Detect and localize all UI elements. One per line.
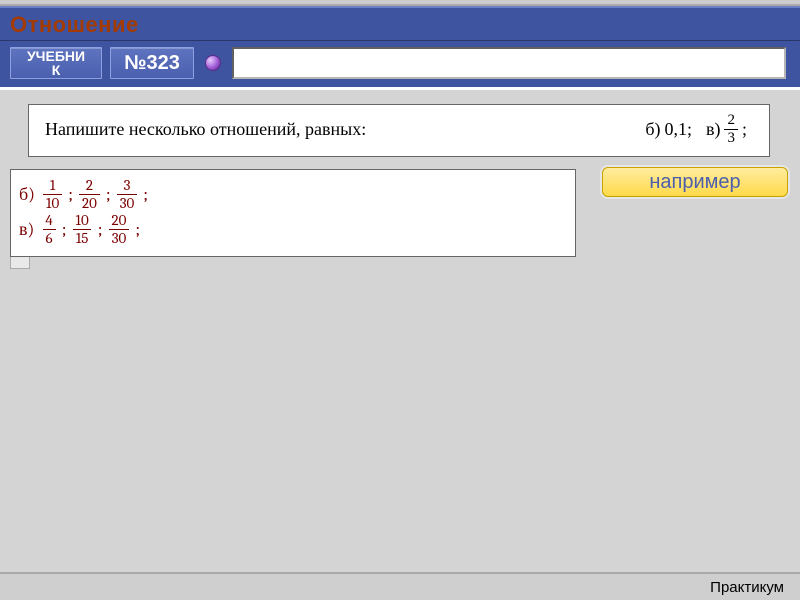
num: 1 xyxy=(47,178,58,194)
answer-box: б) 110 ; 220 ; 330 ; в) 46 ; 1015 ; 2030… xyxy=(10,169,576,257)
example-button[interactable]: например xyxy=(602,167,788,197)
toolbar: УЧЕБНИ К №323 xyxy=(0,41,800,90)
num: 10 xyxy=(73,213,92,229)
textbook-label-line2: К xyxy=(52,63,61,77)
title-bar: Отношение xyxy=(0,6,800,41)
den: 30 xyxy=(109,229,130,246)
fraction: 1015 xyxy=(73,213,92,246)
footer-bar: Практикум xyxy=(0,572,800,600)
sep: ; xyxy=(135,219,140,241)
fraction-den: 3 xyxy=(724,129,738,146)
part-b-label: б) xyxy=(645,119,660,140)
answer-row-b: б) 110 ; 220 ; 330 ; xyxy=(19,178,565,211)
fraction-num: 2 xyxy=(724,113,738,129)
textbook-label-line1: УЧЕБНИ xyxy=(27,49,85,63)
task-number-label: №323 xyxy=(124,52,180,75)
problem-part-b: б) 0,1; xyxy=(645,119,692,140)
den: 20 xyxy=(79,194,100,211)
sep: ; xyxy=(143,184,148,206)
problem-statement: Напишите несколько отношений, равных: б)… xyxy=(28,104,770,157)
answer-v-label: в) xyxy=(19,219,34,241)
problem-text: Напишите несколько отношений, равных: xyxy=(45,119,645,140)
den: 10 xyxy=(43,194,62,211)
part-b-value: 0,1; xyxy=(664,119,692,140)
fraction: 2030 xyxy=(108,213,129,246)
num: 4 xyxy=(42,213,55,229)
fraction: 220 xyxy=(79,178,100,211)
den: 15 xyxy=(73,229,92,246)
problem-right-group: б) 0,1; в) 2 3 ; xyxy=(645,113,753,146)
den: 30 xyxy=(117,194,138,211)
answer-row-v: в) 46 ; 1015 ; 2030 ; xyxy=(19,213,565,246)
part-v-label: в) xyxy=(706,119,721,140)
sep: ; xyxy=(106,184,111,206)
content-area: Напишите несколько отношений, равных: б)… xyxy=(0,90,800,267)
num: 3 xyxy=(120,178,133,194)
answer-b-label: б) xyxy=(19,184,35,206)
sphere-icon[interactable] xyxy=(202,55,224,71)
den: 6 xyxy=(43,229,56,246)
page-title: Отношение xyxy=(10,12,790,38)
num: 20 xyxy=(108,213,129,229)
answer-wrapper: б) 110 ; 220 ; 330 ; в) 46 ; 1015 ; 2030… xyxy=(10,169,576,257)
task-number-button[interactable]: №323 xyxy=(110,47,194,79)
problem-part-v: в) 2 3 ; xyxy=(706,113,747,146)
sep: ; xyxy=(68,184,73,206)
num: 2 xyxy=(83,178,96,194)
sep: ; xyxy=(98,219,103,241)
blank-input-field[interactable] xyxy=(232,47,786,79)
sep: ; xyxy=(62,219,67,241)
footer-label: Практикум xyxy=(710,579,784,596)
lower-row: б) 110 ; 220 ; 330 ; в) 46 ; 1015 ; 2030… xyxy=(28,169,790,257)
violet-sphere-icon xyxy=(205,55,221,71)
fraction: 110 xyxy=(43,178,62,211)
example-button-label: например xyxy=(649,171,740,194)
fraction-2-3: 2 3 xyxy=(724,113,738,146)
textbook-button[interactable]: УЧЕБНИ К xyxy=(10,47,102,79)
fraction: 46 xyxy=(42,213,55,246)
fraction-tail: ; xyxy=(742,119,747,140)
fraction: 330 xyxy=(117,178,138,211)
